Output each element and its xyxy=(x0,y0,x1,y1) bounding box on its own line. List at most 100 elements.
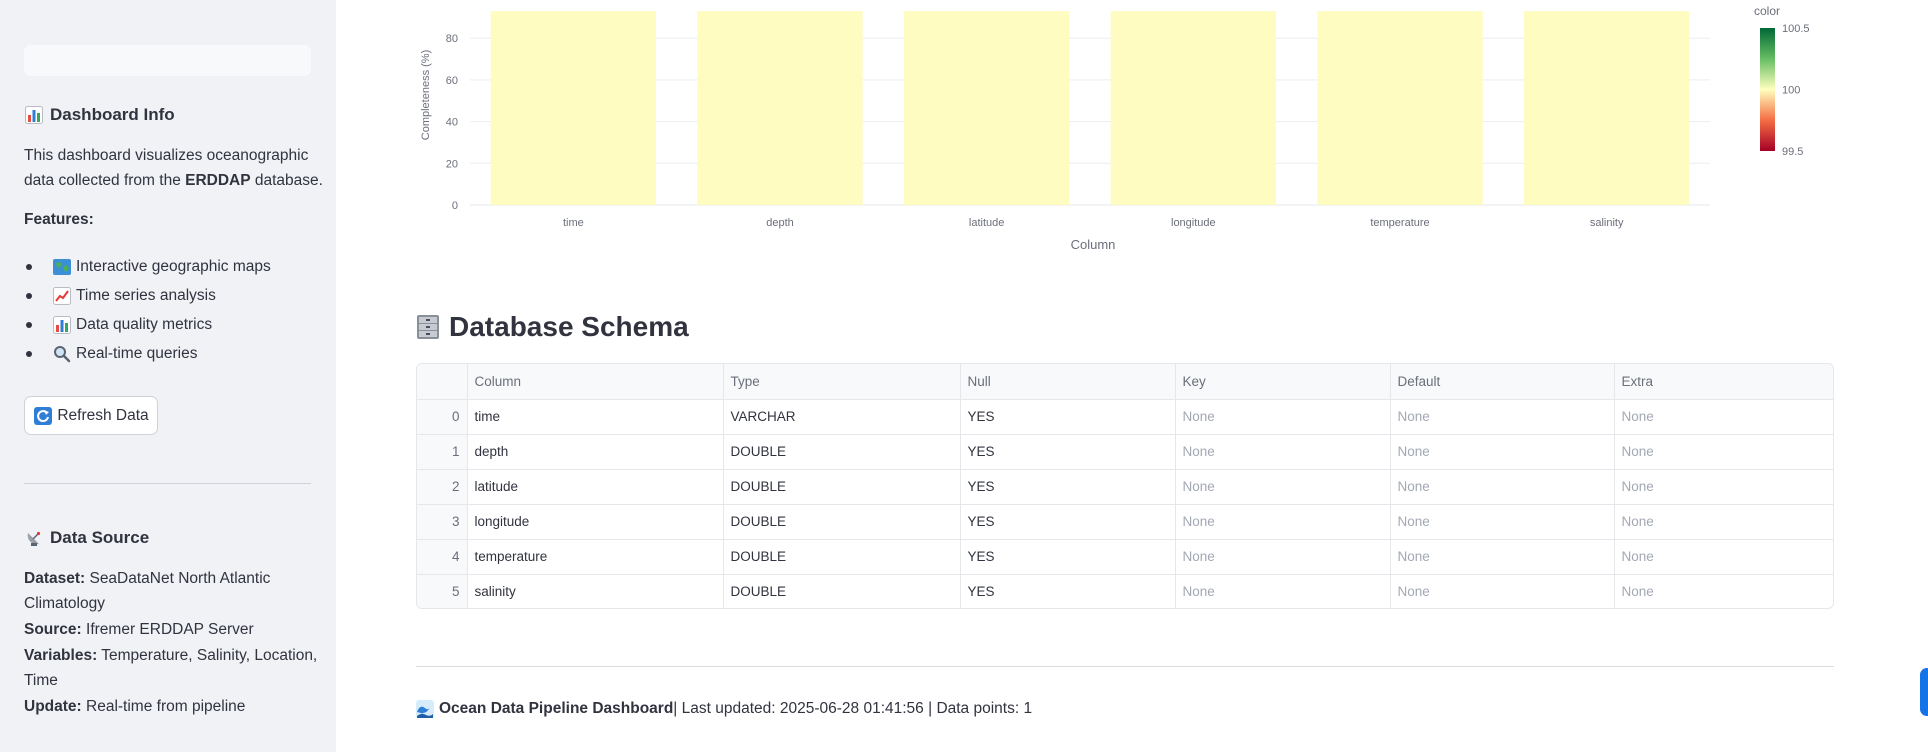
table-row: 0 time VARCHAR YES None None None xyxy=(417,399,1833,435)
column-header[interactable]: Default xyxy=(1390,364,1615,400)
table-cell[interactable]: latitude xyxy=(467,469,724,505)
y-axis-label: Completeness (%) xyxy=(420,50,432,140)
table-cell[interactable]: DOUBLE xyxy=(723,504,961,540)
table-cell[interactable]: YES xyxy=(960,434,1176,470)
list-item: Data quality metrics xyxy=(24,310,271,339)
table-cell[interactable]: depth xyxy=(467,434,724,470)
table-cell[interactable]: None xyxy=(1390,539,1615,575)
table-cell[interactable]: salinity xyxy=(467,574,724,608)
table-cell[interactable]: None xyxy=(1614,469,1833,505)
x-tick-label: temperature xyxy=(1370,217,1429,229)
footer-status: | Last updated: 2025-06-28 01:41:56 | Da… xyxy=(673,700,1033,717)
refresh-icon xyxy=(33,406,53,425)
table-cell[interactable]: None xyxy=(1390,574,1615,608)
table-cell[interactable]: VARCHAR xyxy=(723,399,961,435)
y-tick-label: 60 xyxy=(446,75,458,87)
features-label: Features: xyxy=(24,211,94,228)
colorbar-tick-label: 99.5 xyxy=(1782,146,1803,158)
table-cell[interactable]: None xyxy=(1614,399,1833,435)
row-index: 5 xyxy=(417,574,468,608)
column-header[interactable]: Extra xyxy=(1614,364,1833,400)
table-cell[interactable]: None xyxy=(1614,434,1833,470)
table-cell[interactable]: None xyxy=(1390,469,1615,505)
data-source-heading: Data Source xyxy=(24,528,149,548)
table-cell[interactable]: YES xyxy=(960,469,1176,505)
table-cell[interactable]: None xyxy=(1175,434,1391,470)
bar xyxy=(1110,11,1276,205)
bullet-icon xyxy=(26,263,32,270)
bar-chart-icon xyxy=(24,106,44,124)
bar-chart-icon xyxy=(52,315,72,334)
table-cell[interactable]: longitude xyxy=(467,504,724,540)
table-cell[interactable]: None xyxy=(1175,399,1391,435)
table-cell[interactable]: None xyxy=(1390,399,1615,435)
main-divider xyxy=(416,666,1834,667)
table-cell[interactable]: None xyxy=(1175,469,1391,505)
y-tick-label: 20 xyxy=(446,158,458,170)
bar xyxy=(1317,11,1483,205)
data-source-variables: Variables: Temperature, Salinity, Locati… xyxy=(24,643,324,693)
description-suffix: database. xyxy=(250,172,323,189)
footer-title: Ocean Data Pipeline Dashboard xyxy=(439,700,674,717)
table-cell[interactable]: DOUBLE xyxy=(723,539,961,575)
refresh-data-button[interactable]: Refresh Data xyxy=(24,396,158,435)
y-tick-label: 0 xyxy=(452,200,458,212)
variables-label: Variables: xyxy=(24,647,98,664)
schema-table[interactable]: Column Type Null Key Default Extra 0 tim… xyxy=(416,363,1834,609)
dashboard-info-heading-text: Dashboard Info xyxy=(50,105,175,124)
feature-label: Real-time queries xyxy=(76,344,198,362)
dashboard-info-heading: Dashboard Info xyxy=(24,105,175,125)
water-wave-icon xyxy=(415,700,435,718)
column-header[interactable]: Type xyxy=(723,364,961,400)
floating-edge-button[interactable] xyxy=(1920,668,1928,716)
column-header[interactable]: Key xyxy=(1175,364,1391,400)
x-tick-label: salinity xyxy=(1590,217,1624,229)
bar xyxy=(1524,11,1690,205)
table-cell[interactable]: YES xyxy=(960,504,1176,540)
table-cell[interactable]: time xyxy=(467,399,724,435)
table-row: 5 salinity DOUBLE YES None None None xyxy=(417,574,1833,608)
table-cell[interactable]: YES xyxy=(960,574,1176,608)
column-header[interactable]: Column xyxy=(467,364,724,400)
sidebar-divider xyxy=(24,483,311,484)
bullet-icon xyxy=(26,350,32,357)
feature-label: Data quality metrics xyxy=(76,315,213,333)
dashboard-description: This dashboard visualizes oceanographic … xyxy=(24,143,324,193)
footer: Ocean Data Pipeline Dashboard | Last upd… xyxy=(415,700,1032,718)
data-source-dataset: Dataset: SeaDataNet North Atlantic Clima… xyxy=(24,566,324,616)
colorbar xyxy=(1760,28,1775,151)
row-index: 0 xyxy=(417,399,468,435)
bar xyxy=(697,11,863,205)
sidebar: Dashboard Info This dashboard visualizes… xyxy=(0,0,336,752)
data-source-heading-text: Data Source xyxy=(50,528,150,547)
table-cell[interactable]: None xyxy=(1175,504,1391,540)
table-cell[interactable]: None xyxy=(1614,574,1833,608)
table-cell[interactable]: DOUBLE xyxy=(723,574,961,608)
column-header[interactable] xyxy=(417,364,468,400)
bullet-icon xyxy=(26,321,32,328)
completeness-chart-svg: 0 20 40 60 80 time depth latitude longitude temp… xyxy=(420,4,1810,252)
table-cell[interactable]: None xyxy=(1614,539,1833,575)
table-cell[interactable]: DOUBLE xyxy=(723,469,961,505)
column-header[interactable]: Null xyxy=(960,364,1176,400)
refresh-data-label: Refresh Data xyxy=(57,406,149,424)
sidebar-input-placeholder[interactable] xyxy=(24,45,311,76)
table-cell[interactable]: temperature xyxy=(467,539,724,575)
table-row: 1 depth DOUBLE YES None None None xyxy=(417,434,1833,470)
x-tick-label: longitude xyxy=(1171,217,1216,229)
table-cell[interactable]: DOUBLE xyxy=(723,434,961,470)
table-cell[interactable]: YES xyxy=(960,539,1176,575)
table-cell[interactable]: None xyxy=(1175,539,1391,575)
file-cabinet-icon xyxy=(415,314,441,340)
table-cell[interactable]: None xyxy=(1175,574,1391,608)
list-item: Real-time queries xyxy=(24,339,271,368)
table-cell[interactable]: None xyxy=(1614,504,1833,540)
list-item: Time series analysis xyxy=(24,281,271,310)
source-label: Source: xyxy=(24,621,82,638)
list-item: Interactive geographic maps xyxy=(24,252,271,281)
table-cell[interactable]: None xyxy=(1390,504,1615,540)
table-cell[interactable]: None xyxy=(1390,434,1615,470)
magnifier-icon xyxy=(52,345,72,363)
y-tick-label: 80 xyxy=(446,33,458,45)
table-cell[interactable]: YES xyxy=(960,399,1176,435)
